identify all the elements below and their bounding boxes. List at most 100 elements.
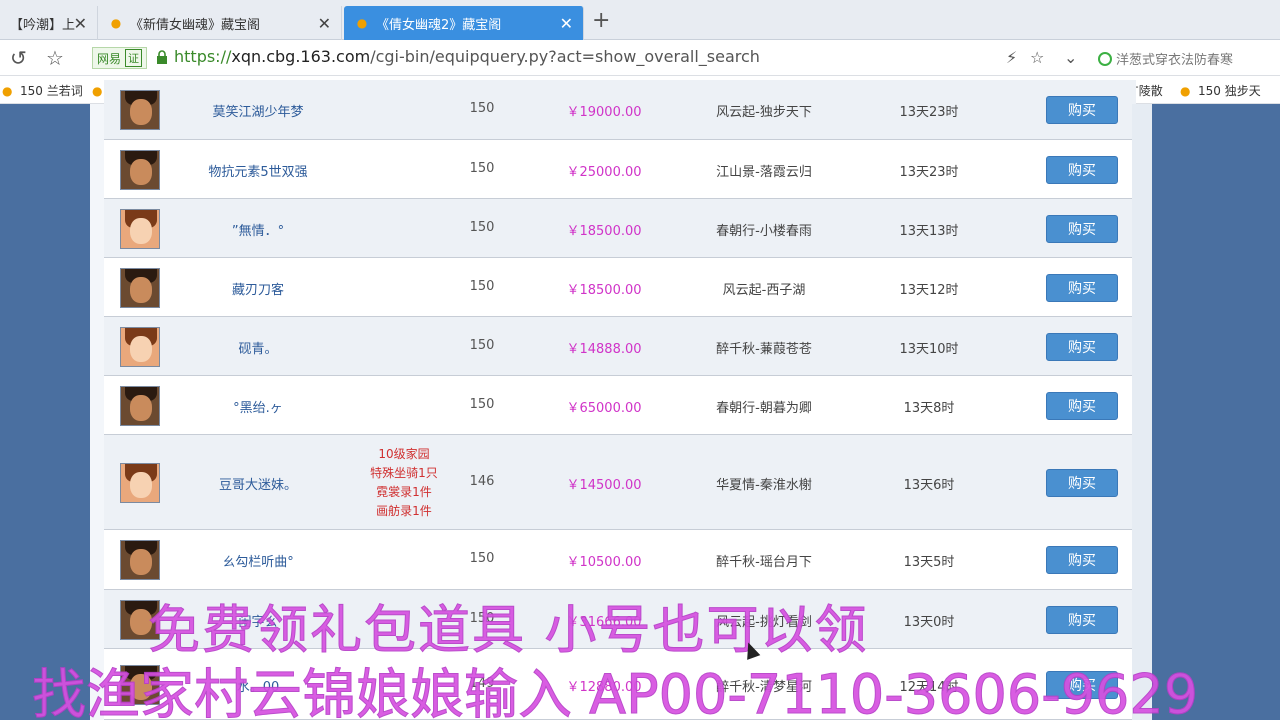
lightning-icon[interactable]: ⚡ bbox=[1006, 48, 1017, 67]
server-name: 春朝行-朝暮为卿 bbox=[716, 400, 812, 416]
character-name[interactable]: 莫笑江湖少年梦 bbox=[168, 101, 348, 120]
character-name[interactable]: 豆哥大迷妹。 bbox=[168, 474, 348, 493]
price: ￥25000.00 bbox=[566, 164, 642, 180]
buy-button[interactable]: 购买 bbox=[1046, 605, 1118, 634]
url-input[interactable]: https://xqn.cbg.163.com/cgi-bin/equipque… bbox=[174, 47, 760, 66]
chick-icon: ● bbox=[1180, 83, 1191, 98]
url-host: xqn.cbg.163.com bbox=[231, 47, 371, 66]
lock-icon bbox=[157, 50, 167, 64]
site-badge-label: 网易 bbox=[97, 51, 122, 66]
url-scheme: https:// bbox=[174, 47, 232, 66]
character-avatar[interactable] bbox=[120, 90, 160, 130]
site-badge[interactable]: 网易 证 bbox=[92, 47, 148, 69]
character-level: 150 bbox=[469, 337, 495, 353]
buy-button[interactable]: 购买 bbox=[1046, 273, 1118, 302]
character-avatar[interactable] bbox=[120, 462, 160, 503]
close-icon[interactable]: ✕ bbox=[560, 14, 573, 33]
character-level: 150 bbox=[469, 219, 495, 235]
tab-bar: 【吟潮】上 ✕ ● 《新倩女幽魂》藏宝阁 ✕ ● 《倩女幽魂2》藏宝阁 ✕ + bbox=[0, 0, 1280, 40]
character-level: 150 bbox=[469, 101, 495, 116]
tab-qiannv2-cbg[interactable]: ● 《倩女幽魂2》藏宝阁 ✕ bbox=[344, 6, 584, 40]
tab-new-qiannv-cbg[interactable]: ● 《新倩女幽魂》藏宝阁 ✕ bbox=[98, 6, 342, 40]
buy-button[interactable]: 购买 bbox=[1046, 468, 1118, 497]
new-tab-button[interactable]: + bbox=[592, 8, 610, 33]
search-engine-icon bbox=[1098, 51, 1112, 66]
table-row: ”無情．° 150 ￥18500.00 春朝行-小楼春雨 13天13时 购买 bbox=[104, 199, 1136, 258]
character-avatar[interactable] bbox=[120, 385, 160, 426]
server-name: 风云起-西子湖 bbox=[722, 282, 806, 298]
overlay-text-line2: 找渔家村云锦娘娘输入 AP00-7110-3606-9629 bbox=[31, 663, 1199, 720]
buy-button[interactable]: 购买 bbox=[1046, 96, 1118, 124]
chick-icon: ● bbox=[2, 83, 13, 98]
search-box[interactable]: 洋葱式穿衣法防春寒 bbox=[1098, 49, 1233, 68]
buy-button[interactable]: 购买 bbox=[1046, 546, 1118, 574]
buy-button[interactable]: 购买 bbox=[1046, 391, 1118, 420]
character-avatar[interactable] bbox=[120, 326, 160, 367]
character-level: 150 bbox=[469, 278, 495, 294]
price: ￥10500.00 bbox=[566, 555, 642, 570]
search-suggestion: 洋葱式穿衣法防春寒 bbox=[1116, 53, 1234, 68]
buy-button[interactable]: 购买 bbox=[1046, 332, 1118, 361]
table-row: 莫笑江湖少年梦 150 ￥19000.00 风云起-独步天下 13天23时 购买 bbox=[104, 80, 1136, 140]
price: ￥14500.00 bbox=[566, 477, 642, 493]
table-row: 砚青。 150 ￥14888.00 醉千秋-蒹葭苍苍 13天10时 购买 bbox=[104, 317, 1136, 376]
buy-button[interactable]: 购买 bbox=[1046, 155, 1118, 184]
table-row: ㄠ勾栏听曲° 150 ￥10500.00 醉千秋-瑶台月下 13天5时 购买 bbox=[104, 530, 1136, 590]
character-avatar[interactable] bbox=[120, 149, 160, 190]
character-name[interactable]: 物抗元素5世双强 bbox=[168, 161, 348, 180]
server-name: 春朝行-小楼春雨 bbox=[716, 223, 812, 239]
tab-yinchao[interactable]: 【吟潮】上 ✕ bbox=[0, 6, 98, 40]
character-avatar[interactable] bbox=[120, 267, 160, 308]
time-remaining: 13天8时 bbox=[903, 400, 955, 416]
tab-label: 《倩女幽魂2》藏宝阁 bbox=[376, 17, 502, 33]
character-avatar[interactable] bbox=[120, 540, 160, 580]
server-name: 华夏情-秦淮水榭 bbox=[716, 477, 812, 493]
table-row: 藏刃刀客 150 ￥18500.00 风云起-西子湖 13天12时 购买 bbox=[104, 258, 1136, 317]
price: ￥14888.00 bbox=[566, 341, 642, 357]
price: ￥18500.00 bbox=[566, 223, 642, 239]
url-path: /cgi-bin/equipquery.py?act=show_overall_… bbox=[370, 47, 760, 66]
table-row: °黑绐.ヶ 150 ￥65000.00 春朝行-朝暮为卿 13天8时 购买 bbox=[104, 376, 1136, 435]
time-remaining: 13天6时 bbox=[903, 477, 955, 493]
time-remaining: 13天10时 bbox=[899, 341, 959, 357]
character-avatar[interactable] bbox=[120, 208, 160, 249]
cert-badge: 证 bbox=[125, 49, 143, 67]
server-name: 风云起-独步天下 bbox=[716, 105, 812, 120]
character-name[interactable]: 藏刃刀客 bbox=[168, 279, 348, 298]
bookmark-label: 150 独步天 bbox=[1198, 84, 1261, 98]
chevron-down-icon[interactable]: ⌄ bbox=[1064, 48, 1077, 67]
time-remaining: 13天12时 bbox=[899, 282, 959, 298]
character-level: 150 bbox=[469, 396, 495, 412]
close-icon[interactable]: ✕ bbox=[74, 14, 87, 33]
time-remaining: 13天5时 bbox=[903, 555, 955, 570]
bookmark-label: 150 兰若词 bbox=[20, 84, 83, 98]
time-remaining: 13天23时 bbox=[899, 164, 959, 180]
side-decoration bbox=[1132, 104, 1152, 720]
character-level: 150 bbox=[469, 160, 495, 176]
reload-icon[interactable]: ↺ bbox=[10, 46, 27, 70]
character-name[interactable]: ”無情．° bbox=[168, 220, 348, 239]
bookmark-item[interactable]: ● 150 兰若词 bbox=[2, 82, 83, 99]
time-remaining: 13天13时 bbox=[899, 223, 959, 239]
server-name: 醉千秋-蒹葭苍苍 bbox=[716, 341, 812, 357]
extra-items: 10级家园 特殊坐骑1只 霓裳录1件 画舫录1件 bbox=[370, 446, 438, 518]
price: ￥19000.00 bbox=[566, 105, 642, 120]
table-row: 物抗元素5世双强 150 ￥25000.00 江山景-落霞云归 13天23时 购买 bbox=[104, 140, 1136, 199]
address-bar: ↺ ☆ 网易 证 https://xqn.cbg.163.com/cgi-bin… bbox=[0, 40, 1280, 76]
buy-button[interactable]: 购买 bbox=[1046, 214, 1118, 243]
bookmark-star-icon[interactable]: ☆ bbox=[1030, 48, 1044, 67]
character-level: 150 bbox=[469, 551, 495, 566]
character-name[interactable]: ㄠ勾栏听曲° bbox=[168, 551, 348, 570]
character-name[interactable]: 砚青。 bbox=[168, 338, 348, 357]
tab-label: 《新倩女幽魂》藏宝阁 bbox=[130, 17, 261, 33]
bookmark-item[interactable]: ● 150 独步天 bbox=[1180, 82, 1261, 99]
character-name[interactable]: °黑绐.ヶ bbox=[168, 397, 348, 416]
close-icon[interactable]: ✕ bbox=[318, 14, 331, 33]
price: ￥65000.00 bbox=[566, 400, 642, 416]
tab-label: 【吟潮】上 bbox=[10, 17, 76, 33]
time-remaining: 13天23时 bbox=[899, 105, 959, 120]
server-name: 江山景-落霞云归 bbox=[716, 164, 812, 180]
price: ￥18500.00 bbox=[566, 282, 642, 298]
star-icon[interactable]: ☆ bbox=[46, 46, 64, 70]
time-remaining: 13天0时 bbox=[903, 614, 955, 630]
